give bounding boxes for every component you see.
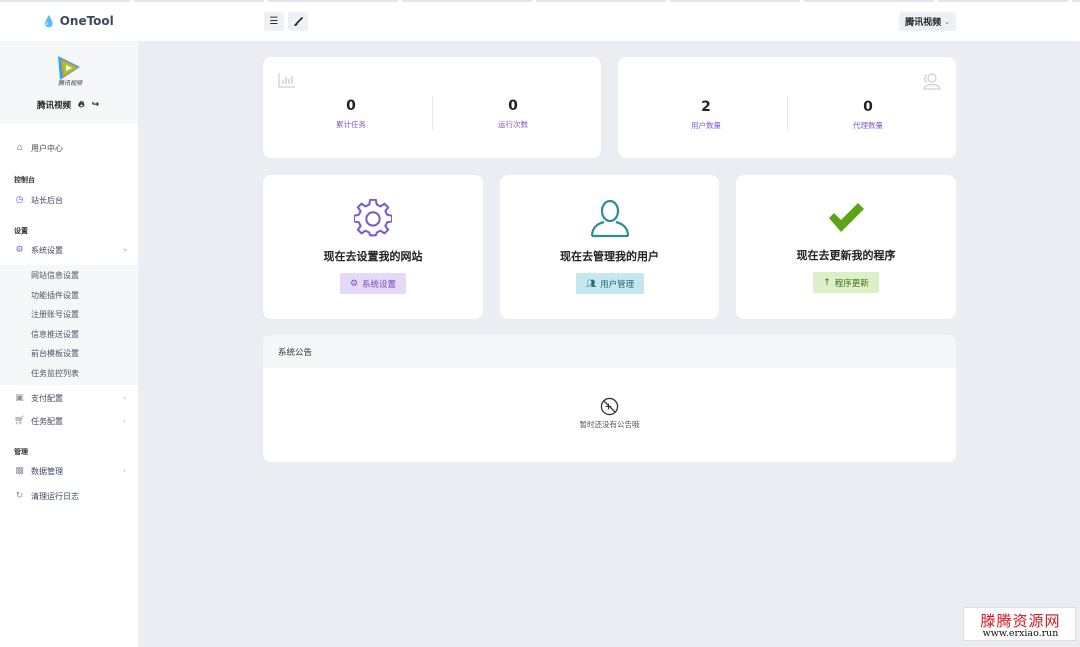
stat-label-user-count: 用户数量	[691, 121, 721, 130]
stat-label-run-count: 运行次数	[498, 120, 528, 129]
hamburger-icon: ☰	[269, 16, 279, 27]
divider	[787, 96, 788, 130]
notice-empty-text: 暂时还没有公告哦	[579, 420, 640, 429]
logout-icon[interactable]: ↪	[92, 100, 100, 110]
notice-title: 系统公告	[278, 348, 313, 358]
users-icon	[923, 73, 941, 90]
sidebar: 腾讯视频 腾讯视频 🔥︎ ↪ ⌂ 用户中心 控制台 ◷ 站长后台 设置 ⚙ 系统…	[0, 41, 138, 647]
notice-header: 系统公告	[263, 335, 956, 368]
submenu-item-task-monitor[interactable]: 任务监控列表	[31, 368, 79, 379]
section-settings: 设置	[14, 227, 28, 235]
users-icon: 👥︎	[585, 279, 597, 288]
submenu-item-push[interactable]: 信息推送设置	[31, 329, 79, 340]
stat-label-agent-count: 代理数量	[853, 121, 883, 130]
sidebar-item-label: 系统设置	[31, 245, 63, 255]
sidebar-item-label: 数据管理	[31, 466, 63, 476]
program-update-button[interactable]: ↑ 程序更新	[813, 272, 879, 293]
sidebar-item-data-manage[interactable]: ▩ 数据管理 ‹	[0, 461, 138, 481]
stat-value-total-tasks: 0	[346, 98, 356, 114]
sidebar-item-site-admin[interactable]: ◷ 站长后台	[0, 190, 138, 210]
cart-icon: 🛒︎	[14, 416, 26, 426]
chevron-left-icon: ‹	[123, 467, 126, 475]
action-card-user-manage: 现在去管理我的用户 👥︎ 用户管理	[500, 175, 719, 319]
chevron-left-icon: ‹	[123, 417, 126, 425]
section-manage: 管理	[14, 448, 28, 456]
stats-card-users: 2 用户数量 0 代理数量	[618, 57, 956, 158]
gear-icon: ⚙	[349, 278, 359, 289]
no-data-icon	[600, 397, 619, 416]
top-strip	[0, 0, 1080, 2]
sidebar-item-payment[interactable]: ▣ 支付配置 ‹	[0, 388, 138, 408]
sidebar-item-task-config[interactable]: 🛒︎ 任务配置 ‹	[0, 411, 138, 431]
sidebar-item-user-center[interactable]: ⌂ 用户中心	[0, 138, 138, 158]
sidebar-item-system-settings[interactable]: ⚙ 系统设置 »	[0, 240, 138, 260]
fire-icon[interactable]: 🔥︎	[78, 100, 85, 110]
menu-toggle-button[interactable]: ☰	[264, 12, 284, 31]
action-title: 现在去管理我的用户	[560, 250, 659, 263]
sidebar-item-label: 支付配置	[31, 393, 63, 403]
system-settings-submenu	[0, 265, 138, 385]
arrow-up-icon: ↑	[823, 277, 831, 288]
home-icon: ⌂	[16, 143, 23, 153]
button-label: 程序更新	[834, 278, 869, 289]
flame-logo-icon: 💧	[42, 14, 56, 28]
money-icon: ▣	[15, 393, 24, 403]
chevron-left-icon: ‹	[123, 394, 126, 402]
theme-button[interactable]	[288, 12, 308, 31]
sidebar-item-label: 任务配置	[31, 416, 63, 426]
stat-value-user-count: 2	[701, 99, 711, 115]
stat-label-total-tasks: 累计任务	[336, 120, 366, 129]
refresh-icon: ↻	[15, 491, 24, 501]
stat-value-run-count: 0	[508, 98, 518, 114]
user-dropdown[interactable]: 腾讯视频 ⌄	[899, 12, 956, 31]
submenu-item-site-info[interactable]: 网站信息设置	[31, 270, 79, 281]
check-icon	[829, 203, 864, 232]
watermark: 滕腾资源网 www.erxiao.run	[963, 607, 1076, 641]
sidebar-item-clear-logs[interactable]: ↻ 清理运行日志	[0, 486, 138, 506]
logo-text: 腾讯视频	[57, 80, 82, 87]
dashboard-icon: ◷	[15, 195, 24, 205]
gear-icon	[354, 199, 392, 237]
user-dropdown-label: 腾讯视频	[905, 18, 942, 28]
system-settings-button[interactable]: ⚙ 系统设置	[340, 273, 406, 294]
button-label: 系统设置	[362, 279, 397, 290]
sidebar-item-label: 站长后台	[31, 195, 63, 205]
stat-value-agent-count: 0	[863, 99, 873, 115]
action-title: 现在去更新我的程序	[796, 249, 896, 262]
divider	[432, 96, 433, 130]
brush-icon	[294, 16, 303, 26]
user-icon	[590, 199, 630, 238]
user-manage-button[interactable]: 👥︎ 用户管理	[576, 273, 644, 294]
watermark-url: www.erxiao.run	[982, 628, 1059, 639]
section-console: 控制台	[14, 176, 35, 184]
notice-card: 系统公告 暂时还没有公告哦	[263, 335, 956, 462]
brand[interactable]: 💧 OneTool	[42, 13, 114, 29]
submenu-item-register[interactable]: 注册账号设置	[31, 309, 79, 320]
sidebar-item-label: 清理运行日志	[31, 491, 79, 501]
chevron-down-icon: »	[123, 246, 128, 254]
brand-name: OneTool	[59, 14, 114, 28]
submenu-item-template[interactable]: 前台模板设置	[31, 348, 79, 359]
stats-card-tasks: 0 累计任务 0 运行次数	[263, 57, 601, 158]
bar-chart-icon	[278, 73, 295, 88]
submenu-item-plugins[interactable]: 功能插件设置	[31, 290, 79, 301]
sidebar-item-label: 用户中心	[31, 143, 63, 153]
action-card-site-settings: 现在去设置我的网站 ⚙ 系统设置	[263, 175, 483, 319]
action-card-program-update: 现在去更新我的程序 ↑ 程序更新	[736, 175, 956, 319]
gear-icon: ⚙	[15, 245, 24, 255]
button-label: 用户管理	[600, 279, 635, 290]
action-title: 现在去设置我的网站	[323, 250, 423, 263]
chevron-down-icon: ⌄	[944, 17, 950, 26]
profile-row: 腾讯视频 🔥︎ ↪	[37, 99, 99, 111]
bar-chart-icon: ▩	[15, 466, 24, 476]
top-header: 💧 OneTool ☰ 腾讯视频 ⌄	[0, 0, 1080, 41]
sidebar-profile: 腾讯视频 腾讯视频 🔥︎ ↪	[0, 41, 138, 124]
profile-name: 腾讯视频	[37, 101, 72, 111]
